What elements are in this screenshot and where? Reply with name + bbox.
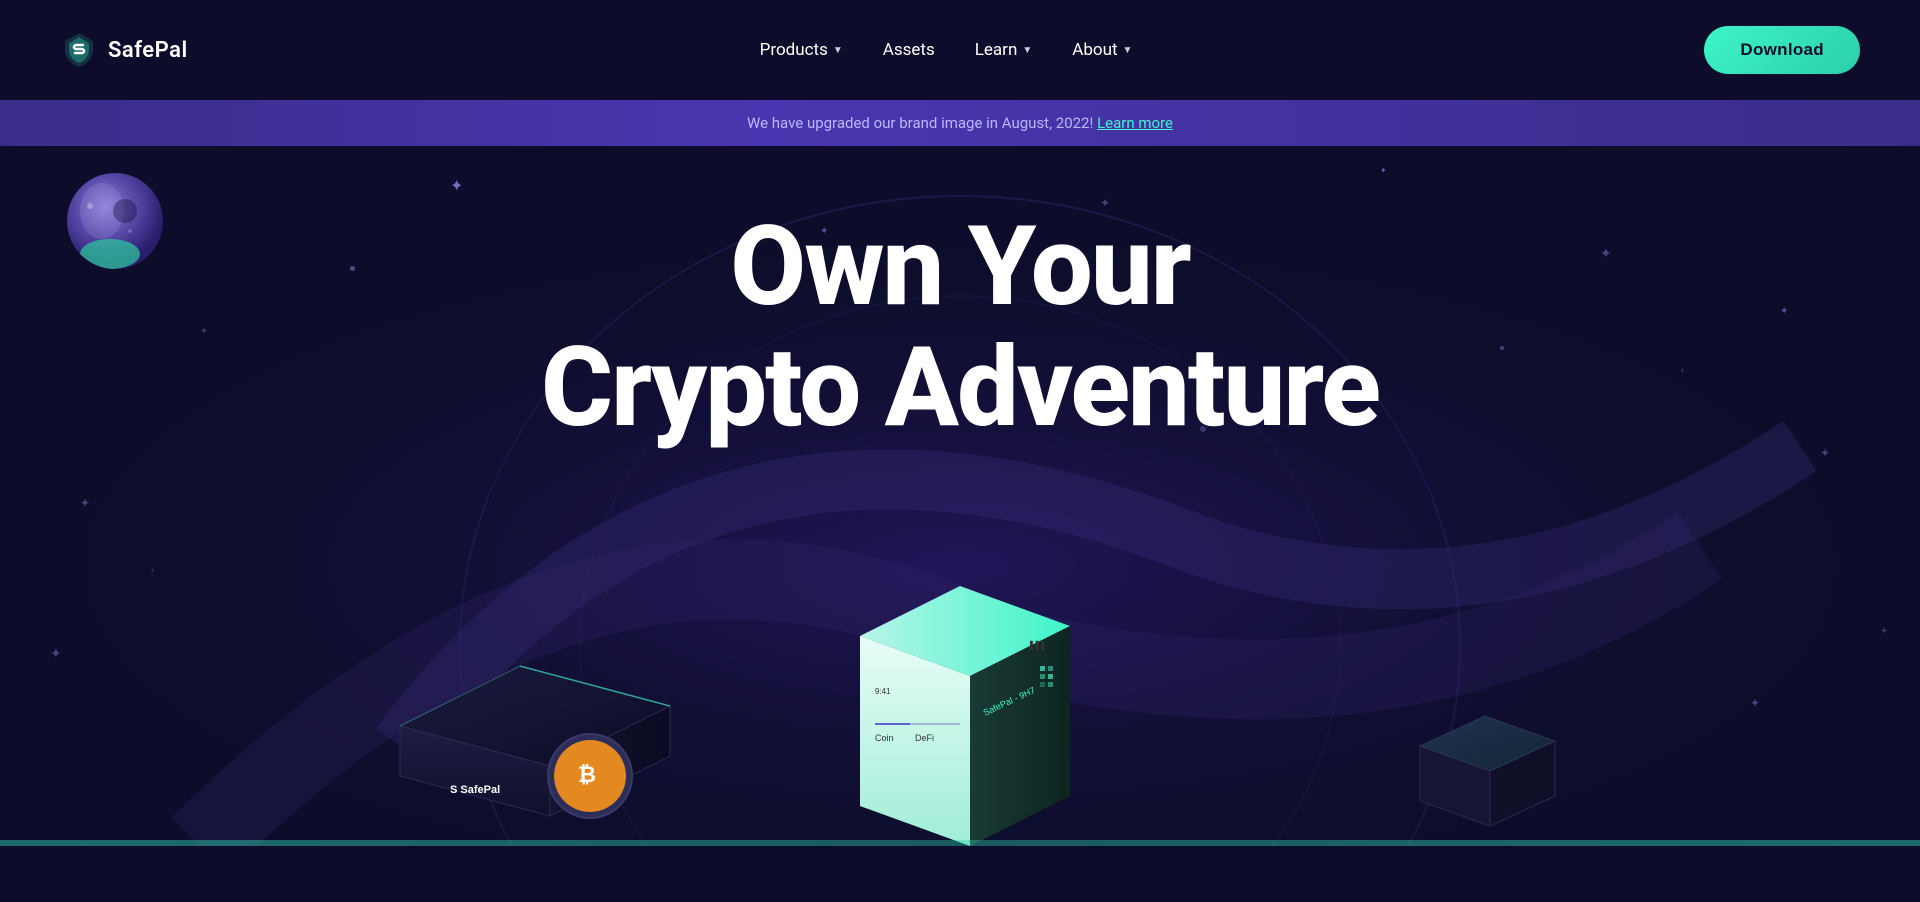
planet-decoration [60, 166, 170, 276]
svg-text:Coin: Coin [875, 733, 894, 743]
announcement-link[interactable]: Learn more [1097, 114, 1173, 132]
chevron-down-icon: ▼ [1022, 45, 1032, 56]
chevron-down-icon: ▼ [833, 45, 843, 56]
hero-section: ✦ ✦ ✦ ✦ ✦ ✦ + ✦ ✦ ✦ + ✦ ✦ ✦ [0, 146, 1920, 846]
hero-title-line2: Crypto Adventure [541, 323, 1379, 452]
navbar: SafePal Products ▼ Assets Learn ▼ About … [0, 0, 1920, 100]
nav-item-learn[interactable]: Learn ▼ [975, 40, 1032, 60]
nav-item-products[interactable]: Products ▼ [760, 40, 843, 60]
logo-text: SafePal [108, 38, 188, 63]
hero-title-line1: Own Your [730, 202, 1189, 331]
announcement-banner: We have upgraded our brand image in Augu… [0, 100, 1920, 146]
svg-text:▌▌▌: ▌▌▌ [1030, 640, 1047, 651]
svg-text:9:41: 9:41 [875, 687, 891, 696]
nav-item-assets[interactable]: Assets [883, 40, 935, 60]
logo[interactable]: SafePal [60, 31, 188, 69]
bottom-accent [0, 840, 1920, 846]
chevron-down-icon: ▼ [1123, 45, 1133, 56]
phone-device: 9:41 Coin DeFi SafePal - 9H7 ▌▌▌ [830, 576, 1090, 846]
nav-link-products[interactable]: Products ▼ [760, 40, 843, 60]
announcement-text: We have upgraded our brand image in Augu… [747, 114, 1097, 132]
nav-link-assets[interactable]: Assets [883, 40, 935, 60]
nav-links: Products ▼ Assets Learn ▼ About ▼ [760, 40, 1133, 60]
nav-link-about[interactable]: About ▼ [1072, 40, 1132, 60]
devices-illustration: S SafePal ₿ [360, 566, 1560, 846]
hero-title: Own Your Crypto Adventure [541, 206, 1379, 448]
safepal-logo-icon [60, 31, 98, 69]
hardware-wallet-device: S SafePal ₿ [360, 626, 700, 846]
svg-text:₿: ₿ [578, 762, 596, 787]
right-device [1410, 696, 1560, 846]
svg-text:DeFi: DeFi [915, 733, 934, 743]
download-button[interactable]: Download [1704, 26, 1860, 74]
nav-link-learn[interactable]: Learn ▼ [975, 40, 1032, 60]
svg-text:S SafePal: S SafePal [450, 784, 500, 796]
nav-item-about[interactable]: About ▼ [1072, 40, 1132, 60]
